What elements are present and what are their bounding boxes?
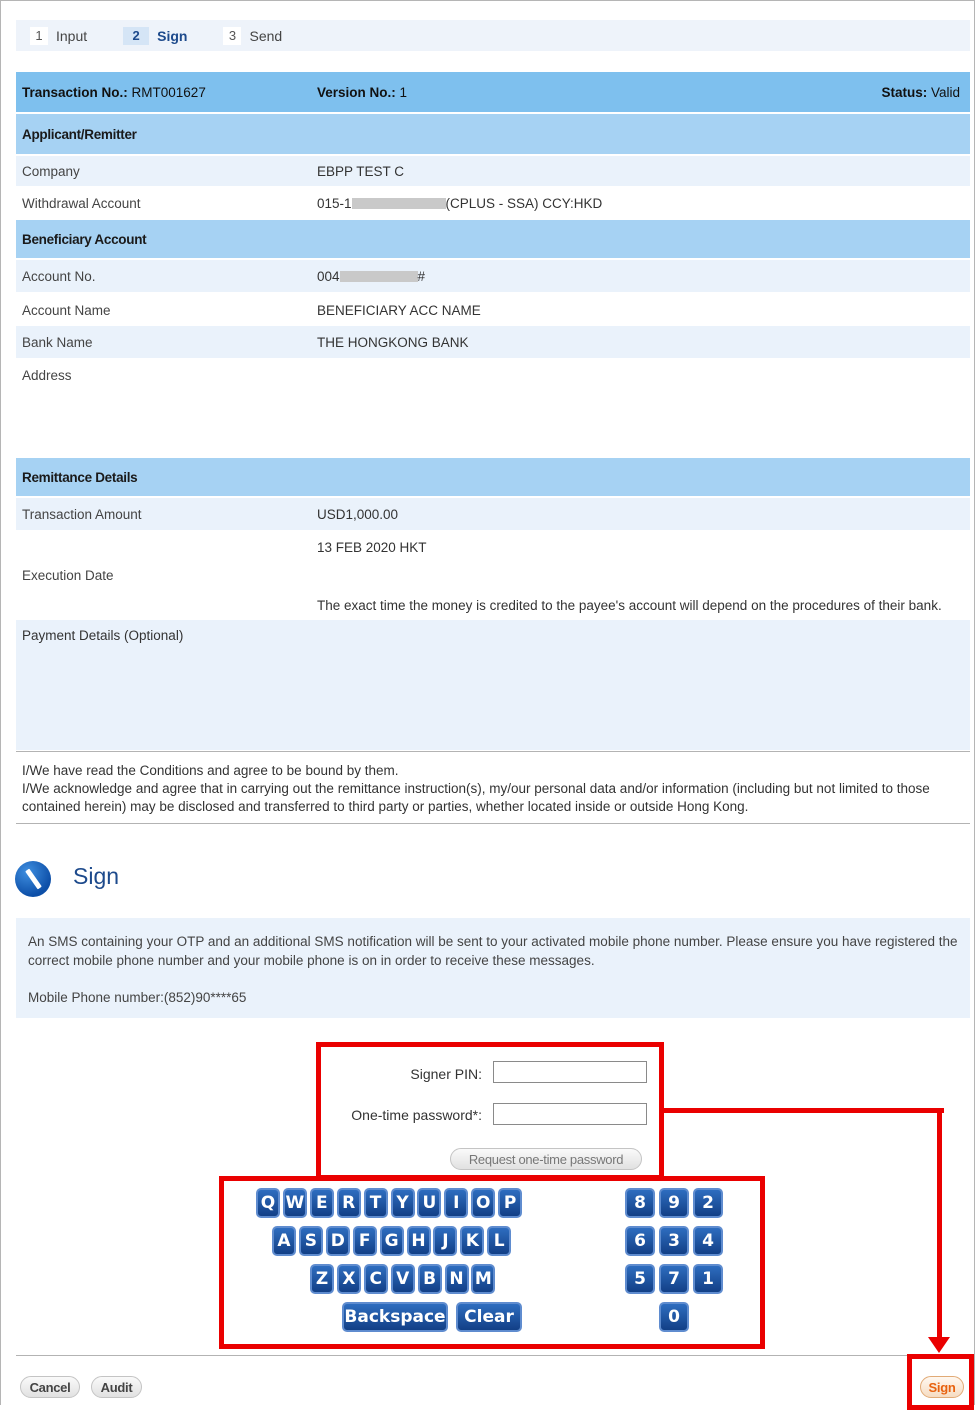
section-heading-text: Beneficiary Account — [22, 231, 147, 247]
row-label: Payment Details (Optional) — [22, 628, 184, 643]
masked-digits — [351, 198, 446, 210]
divider — [16, 823, 970, 824]
version-no-value: 1 — [399, 84, 408, 100]
section-heading-text: Remittance Details — [22, 469, 138, 485]
account-suffix: (CPLUS - SSA) CCY:HKD — [445, 195, 603, 211]
row-label: Account Name — [22, 302, 111, 318]
status-label: Status: — [881, 84, 928, 100]
terms-line: I/We acknowledge and agree that in carry… — [22, 781, 930, 814]
row-address: Address — [16, 360, 970, 456]
account-suffix: # — [417, 268, 426, 284]
transaction-no-value: RMT001627 — [131, 84, 206, 100]
section-heading-beneficiary: Beneficiary Account — [16, 220, 970, 258]
annotation-line — [664, 1108, 944, 1113]
step-label: Send — [249, 27, 283, 44]
row-withdrawal-account: Withdrawal Account 015-1 (CPLUS - SSA) CC… — [16, 188, 970, 218]
transaction-header: Transaction No.: RMT001627 Version No.: … — [16, 72, 970, 112]
version-no: Version No.: 1 — [317, 85, 881, 100]
divider — [16, 1355, 970, 1356]
divider — [16, 751, 970, 752]
terms-line: I/We have read the Conditions and agree … — [22, 763, 399, 778]
step-number: 2 — [123, 26, 150, 45]
row-value: EBPP TEST C — [317, 163, 405, 179]
step-send: 3 Send — [223, 26, 283, 45]
status: Status: Valid — [881, 85, 970, 100]
account-prefix: 004 — [317, 268, 340, 284]
row-company: Company EBPP TEST C — [16, 156, 970, 186]
row-account-no: Account No. 004 # — [16, 260, 970, 292]
step-label: Input — [56, 27, 88, 44]
transaction-no-label: Transaction No.: — [22, 84, 128, 100]
step-input: 1 Input — [30, 26, 88, 45]
step-label: Sign — [157, 27, 188, 44]
mobile-phone-number: Mobile Phone number:(852)90****65 — [28, 990, 247, 1005]
terms-text: I/We have read the Conditions and agree … — [22, 762, 962, 816]
row-bank-name: Bank Name THE HONGKONG BANK — [16, 326, 970, 358]
step-number: 1 — [30, 26, 48, 45]
account-prefix: 015-1 — [317, 195, 352, 211]
annotation-highlight-keyboard — [219, 1176, 765, 1349]
annotation-highlight-form — [316, 1042, 664, 1180]
execution-date-value: 13 FEB 2020 HKT — [317, 540, 427, 555]
sms-notice-text: An SMS containing your OTP and an additi… — [28, 934, 958, 968]
annotation-highlight-sign-button — [907, 1354, 974, 1410]
step-number: 3 — [223, 26, 242, 45]
section-heading-remittance: Remittance Details — [16, 458, 970, 496]
section-heading-text: Applicant/Remitter — [22, 126, 137, 142]
row-label: Bank Name — [22, 334, 93, 350]
step-sign: 2 Sign — [123, 26, 188, 45]
row-label: Account No. — [22, 268, 96, 284]
execution-date-note: The exact time the money is credited to … — [317, 598, 942, 613]
row-transaction-amount: Transaction Amount USD1,000.00 — [16, 498, 970, 530]
row-value: THE HONGKONG BANK — [317, 334, 469, 350]
row-value: 004 # — [317, 269, 970, 284]
row-label: Transaction Amount — [22, 506, 142, 522]
audit-button[interactable]: Audit — [91, 1376, 142, 1398]
row-account-name: Account Name BENEFICIARY ACC NAME — [16, 294, 970, 326]
sign-section-title: Sign — [73, 863, 120, 889]
transaction-no: Transaction No.: RMT001627 — [22, 85, 317, 100]
row-execution-date: Execution Date 13 FEB 2020 HKT The exact… — [16, 532, 970, 618]
masked-digits — [339, 271, 418, 283]
row-label: Withdrawal Account — [22, 195, 141, 211]
section-heading-applicant: Applicant/Remitter — [16, 114, 970, 154]
cancel-button[interactable]: Cancel — [20, 1376, 80, 1398]
status-value: Valid — [930, 84, 960, 100]
version-no-label: Version No.: — [317, 84, 396, 100]
row-label: Company — [22, 163, 80, 179]
annotation-arrow-icon — [928, 1337, 950, 1353]
annotation-line — [937, 1108, 942, 1340]
sms-notice-box: An SMS containing your OTP and an additi… — [16, 918, 970, 1018]
row-value: 13 FEB 2020 HKT The exact time the money… — [317, 532, 970, 618]
row-label: Execution Date — [22, 567, 114, 583]
row-value: 015-1 (CPLUS - SSA) CCY:HKD — [317, 196, 970, 211]
row-value: BENEFICIARY ACC NAME — [317, 302, 481, 318]
step-indicator: 1 Input 2 Sign 3 Send — [16, 20, 970, 51]
row-label: Address — [22, 368, 72, 383]
pen-icon — [15, 861, 51, 897]
row-value: USD1,000.00 — [317, 506, 399, 522]
row-payment-details: Payment Details (Optional) — [16, 620, 970, 750]
